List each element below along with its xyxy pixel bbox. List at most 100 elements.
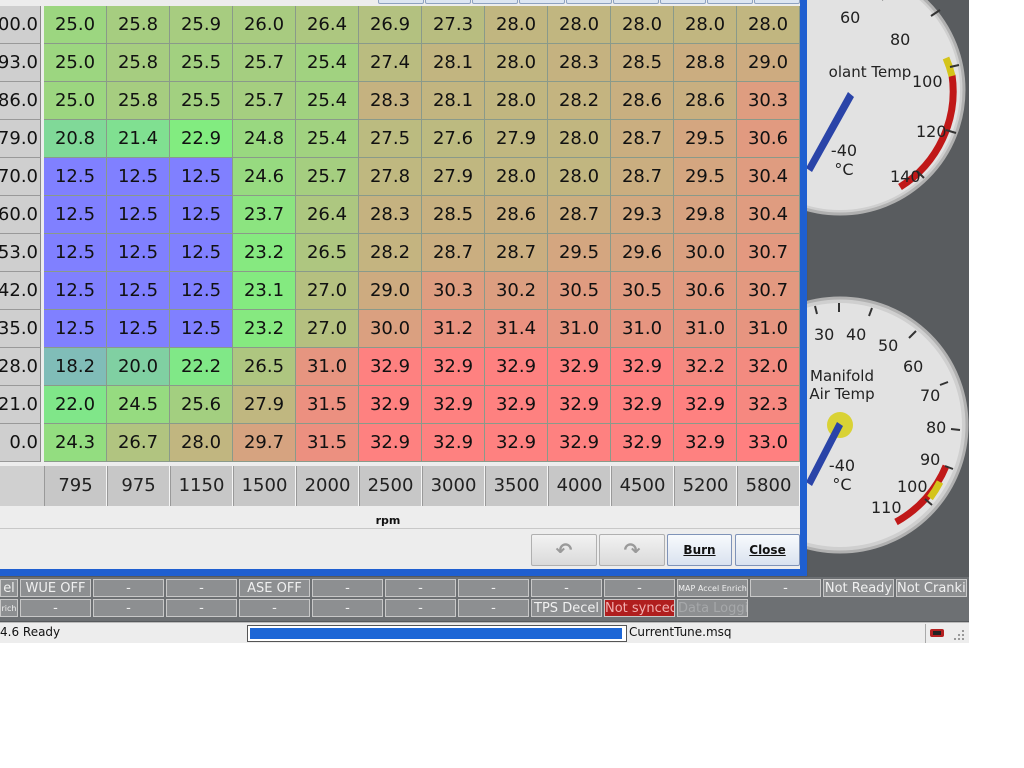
ve-cell[interactable]: 29.6 bbox=[611, 234, 674, 272]
ve-cell[interactable]: 30.7 bbox=[737, 234, 800, 272]
y-axis-label[interactable]: 00.0 bbox=[0, 6, 41, 44]
top-toolbar-button-1[interactable] bbox=[378, 0, 424, 4]
top-toolbar-button-6[interactable] bbox=[613, 0, 659, 4]
ve-cell[interactable]: 30.4 bbox=[737, 196, 800, 234]
ve-cell[interactable]: 30.3 bbox=[737, 82, 800, 120]
ve-cell[interactable]: 28.8 bbox=[674, 44, 737, 82]
ve-cell[interactable]: 28.3 bbox=[359, 82, 422, 120]
ve-cell[interactable]: 25.5 bbox=[170, 82, 233, 120]
ve-cell[interactable]: 30.6 bbox=[674, 272, 737, 310]
ve-cell[interactable]: 32.9 bbox=[422, 386, 485, 424]
ve-cell[interactable]: 27.6 bbox=[422, 120, 485, 158]
ve-cell[interactable]: 31.4 bbox=[485, 310, 548, 348]
ve-cell[interactable]: 32.9 bbox=[674, 386, 737, 424]
rpm-axis-label[interactable]: 4500 bbox=[611, 466, 674, 506]
ve-cell[interactable]: 25.4 bbox=[296, 82, 359, 120]
network-icon[interactable] bbox=[929, 626, 945, 640]
ve-cell[interactable]: 32.9 bbox=[422, 424, 485, 462]
top-toolbar-button-3[interactable] bbox=[472, 0, 518, 4]
ve-cell[interactable]: 29.3 bbox=[611, 196, 674, 234]
ve-cell[interactable]: 30.7 bbox=[737, 272, 800, 310]
y-axis-label[interactable]: 35.0 bbox=[0, 310, 41, 348]
ve-cell[interactable]: 26.9 bbox=[359, 6, 422, 44]
rpm-axis-label[interactable]: 795 bbox=[44, 466, 107, 506]
ve-cell[interactable]: 32.2 bbox=[674, 348, 737, 386]
ve-cell[interactable]: 26.4 bbox=[296, 6, 359, 44]
ve-cell[interactable]: 29.5 bbox=[674, 120, 737, 158]
ve-cell[interactable]: 25.6 bbox=[170, 386, 233, 424]
ve-cell[interactable]: 25.7 bbox=[233, 44, 296, 82]
top-toolbar-button-2[interactable] bbox=[425, 0, 471, 4]
rpm-axis-label[interactable]: 975 bbox=[107, 466, 170, 506]
ve-cell[interactable]: 28.0 bbox=[485, 6, 548, 44]
ve-cell[interactable]: 28.6 bbox=[674, 82, 737, 120]
ve-cell[interactable]: 25.8 bbox=[107, 6, 170, 44]
ve-cell[interactable]: 29.8 bbox=[674, 196, 737, 234]
ve-cell[interactable]: 12.5 bbox=[44, 310, 107, 348]
y-axis-label[interactable]: 93.0 bbox=[0, 44, 41, 82]
ve-cell[interactable]: 25.7 bbox=[233, 82, 296, 120]
ve-cell[interactable]: 28.0 bbox=[548, 158, 611, 196]
ve-cell[interactable]: 32.9 bbox=[548, 424, 611, 462]
ve-cell[interactable]: 27.5 bbox=[359, 120, 422, 158]
ve-cell[interactable]: 32.9 bbox=[485, 424, 548, 462]
ve-cell[interactable]: 32.9 bbox=[611, 348, 674, 386]
ve-cell[interactable]: 32.9 bbox=[359, 348, 422, 386]
ve-cell[interactable]: 28.7 bbox=[548, 196, 611, 234]
ve-cell[interactable]: 28.6 bbox=[485, 196, 548, 234]
ve-cell[interactable]: 20.8 bbox=[44, 120, 107, 158]
ve-cell[interactable]: 25.4 bbox=[296, 44, 359, 82]
ve-cell[interactable]: 32.9 bbox=[611, 386, 674, 424]
y-axis-label[interactable]: 70.0 bbox=[0, 158, 41, 196]
ve-cell[interactable]: 30.2 bbox=[485, 272, 548, 310]
close-button[interactable]: Close bbox=[735, 534, 800, 566]
ve-cell[interactable]: 25.0 bbox=[44, 6, 107, 44]
ve-cell[interactable]: 12.5 bbox=[44, 196, 107, 234]
rpm-axis-label[interactable]: 3500 bbox=[485, 466, 548, 506]
ve-cell[interactable]: 27.9 bbox=[233, 386, 296, 424]
ve-cell[interactable]: 26.5 bbox=[233, 348, 296, 386]
ve-cell[interactable]: 32.9 bbox=[422, 348, 485, 386]
ve-cell[interactable]: 27.0 bbox=[296, 272, 359, 310]
ve-cell[interactable]: 22.0 bbox=[44, 386, 107, 424]
ve-cell[interactable]: 25.0 bbox=[44, 44, 107, 82]
ve-cell[interactable]: 12.5 bbox=[107, 196, 170, 234]
ve-cell[interactable]: 25.8 bbox=[107, 44, 170, 82]
ve-cell[interactable]: 24.5 bbox=[107, 386, 170, 424]
y-axis-label[interactable]: 0.0 bbox=[0, 424, 41, 462]
ve-cell[interactable]: 25.9 bbox=[170, 6, 233, 44]
ve-cell[interactable]: 28.0 bbox=[737, 6, 800, 44]
ve-cell[interactable]: 12.5 bbox=[44, 272, 107, 310]
y-axis-label[interactable]: 79.0 bbox=[0, 120, 41, 158]
ve-cell[interactable]: 32.9 bbox=[485, 348, 548, 386]
y-axis-label[interactable]: 60.0 bbox=[0, 196, 41, 234]
ve-cell[interactable]: 25.0 bbox=[44, 82, 107, 120]
y-axis-label[interactable]: 86.0 bbox=[0, 82, 41, 120]
ve-cell[interactable]: 25.4 bbox=[296, 120, 359, 158]
ve-cell[interactable]: 23.7 bbox=[233, 196, 296, 234]
ve-cell[interactable]: 28.0 bbox=[485, 44, 548, 82]
ve-cell[interactable]: 28.0 bbox=[611, 6, 674, 44]
ve-cell[interactable]: 28.1 bbox=[422, 44, 485, 82]
ve-cell[interactable]: 25.5 bbox=[170, 44, 233, 82]
burn-button[interactable]: Burn bbox=[667, 534, 732, 566]
ve-cell[interactable]: 31.0 bbox=[548, 310, 611, 348]
ve-cell[interactable]: 25.8 bbox=[107, 82, 170, 120]
ve-cell[interactable]: 27.0 bbox=[296, 310, 359, 348]
ve-cell[interactable]: 31.2 bbox=[422, 310, 485, 348]
ve-cell[interactable]: 31.5 bbox=[296, 386, 359, 424]
ve-cell[interactable]: 31.5 bbox=[296, 424, 359, 462]
ve-cell[interactable]: 23.1 bbox=[233, 272, 296, 310]
undo-button[interactable]: ↶ bbox=[531, 534, 597, 566]
ve-cell[interactable]: 27.8 bbox=[359, 158, 422, 196]
ve-cell[interactable]: 27.9 bbox=[485, 120, 548, 158]
ve-cell[interactable]: 32.9 bbox=[548, 386, 611, 424]
ve-cell[interactable]: 28.7 bbox=[611, 120, 674, 158]
ve-cell[interactable]: 30.3 bbox=[422, 272, 485, 310]
ve-cell[interactable]: 28.1 bbox=[422, 82, 485, 120]
ve-cell[interactable]: 28.0 bbox=[674, 6, 737, 44]
ve-cell[interactable]: 30.5 bbox=[548, 272, 611, 310]
ve-cell[interactable]: 12.5 bbox=[170, 234, 233, 272]
ve-cell[interactable]: 26.4 bbox=[296, 196, 359, 234]
ve-cell[interactable]: 28.0 bbox=[170, 424, 233, 462]
